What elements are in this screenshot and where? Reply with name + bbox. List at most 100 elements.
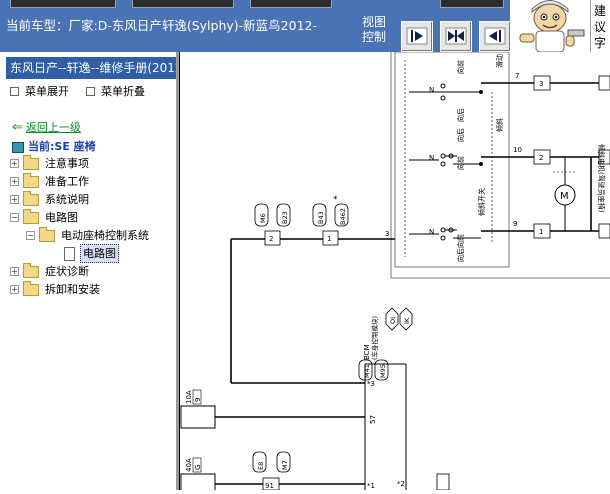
bcm-pin-star3: *3 xyxy=(367,380,375,388)
switch-contacts xyxy=(409,83,483,241)
pin-label-3-right: 3 xyxy=(539,80,543,88)
bcm-badge-oi: OI xyxy=(389,317,397,324)
tree-item-label: 电路图 xyxy=(45,211,78,224)
bcm-badge-ik: IK xyxy=(403,317,411,324)
tilt-motor-label: 倾斜电机(驾驶员座椅) xyxy=(597,144,606,213)
collapse-all-button[interactable]: 菜单折叠 xyxy=(86,83,145,99)
folder-icon xyxy=(23,281,39,296)
pin-label-2: 2 xyxy=(269,235,273,243)
expand-both-icon xyxy=(445,27,467,45)
pin-label-9: 9 xyxy=(513,220,517,228)
expand-toggle-icon[interactable]: + xyxy=(10,267,19,276)
expand-all-button[interactable]: 菜单展开 xyxy=(10,83,69,99)
collapse-left-icon xyxy=(484,27,506,45)
connector-tag-b462: B462 xyxy=(339,208,347,225)
collapse-toggle-icon[interactable]: − xyxy=(10,213,19,222)
tree-item-label: 电路图 xyxy=(80,244,119,263)
top-bar: 当前车型：厂家:D-东风日产轩逸(Sylphy)-新蓝鸟2012- 视图控制 建… xyxy=(0,0,610,52)
connector-tag-m7: M7 xyxy=(281,460,289,470)
mascot-illustration xyxy=(510,0,592,52)
pin-label-3: 3 xyxy=(385,230,389,238)
expand-right-icon xyxy=(406,27,428,45)
connector-tag-m95: M95 xyxy=(379,364,387,378)
tab-strip-1[interactable] xyxy=(10,0,116,8)
bottom-right-connector xyxy=(436,473,450,491)
left-navigation-panel: 东风日产--轩逸--维修手册(2012 菜单展开 菜单折叠 ⇐ 返回上一级 当前:… xyxy=(0,52,179,490)
collapse-left-button[interactable] xyxy=(479,21,511,52)
expand-toggle-icon[interactable]: + xyxy=(10,159,19,168)
switch-label-forward-2: 向前 xyxy=(456,156,465,170)
switch-label-forward-3: 向前 xyxy=(456,234,465,248)
folder-icon xyxy=(23,263,39,278)
contact-mark-n2: N xyxy=(429,154,434,162)
back-arrow-icon: ⇐ xyxy=(12,120,23,135)
back-link[interactable]: ⇐ 返回上一级 xyxy=(12,119,81,135)
tab-strip-4[interactable] xyxy=(440,0,504,8)
tree-item-label: 系统说明 xyxy=(45,193,89,206)
switch-label-slide: 滑动 xyxy=(495,54,504,68)
tree-item-circuit-diagram-selected[interactable]: 电路图 xyxy=(64,244,164,263)
switch-label-back-2: 向后 xyxy=(456,128,465,142)
current-location: 当前:SE 座椅 xyxy=(12,138,96,154)
bcm-pin-star2: *2 xyxy=(397,480,405,488)
bcm-pin-57: 57 xyxy=(369,415,377,424)
folder-icon xyxy=(23,191,39,206)
expand-both-button[interactable] xyxy=(440,21,472,52)
tree-item-power-seat-control[interactable]: − 电动座椅控制系统 xyxy=(26,227,176,244)
pin-label-10: 10 xyxy=(513,146,522,154)
collapse-all-label: 菜单折叠 xyxy=(101,85,145,98)
connector-tag-e8: E8 xyxy=(257,462,265,470)
tree-item-system-description[interactable]: + 系统说明 xyxy=(10,191,170,208)
switch-label-back-3: 向后 xyxy=(456,248,465,262)
tip-text: 建议字 xyxy=(590,0,610,52)
tree-item-precautions[interactable]: + 注意事项 xyxy=(10,155,170,172)
note-asterisk: * xyxy=(333,195,338,205)
menu-icon xyxy=(86,86,95,96)
connector-tag-b23: B23 xyxy=(281,211,289,224)
expand-all-label: 菜单展开 xyxy=(25,85,69,98)
tree-item-symptom-diagnosis[interactable]: + 症状诊断 xyxy=(10,263,170,280)
fuse-boxes xyxy=(180,405,365,494)
switch-label-tilt: 倾斜 xyxy=(495,118,504,132)
pin-label-2-right: 2 xyxy=(539,154,543,162)
wiring-diagram-view[interactable]: N N N 向前 向后 向前 向后 向前 向后 滑动 倾斜 倾斜开关 7 10 … xyxy=(179,51,610,494)
collapse-toggle-icon[interactable]: − xyxy=(26,231,35,240)
wiring-diagram-canvas: N N N 向前 向后 向前 向后 向前 向后 滑动 倾斜 倾斜开关 7 10 … xyxy=(179,51,610,494)
vehicle-label: 当前车型：厂家:D-东风日产轩逸(Sylphy)-新蓝鸟2012- xyxy=(6,18,317,33)
folder-icon xyxy=(23,173,39,188)
tree-item-label: 症状诊断 xyxy=(45,265,89,278)
contact-mark-n3: N xyxy=(429,228,434,236)
pin-label-91: 91 xyxy=(265,482,274,490)
expand-toggle-icon[interactable]: + xyxy=(10,177,19,186)
open-folder-icon xyxy=(39,227,55,242)
connector-tag-b43: B43 xyxy=(317,211,325,224)
folder-icon xyxy=(23,155,39,170)
connector-tag-m41: M41 xyxy=(363,364,371,378)
expand-right-button[interactable] xyxy=(401,21,433,52)
bcm-pin-star1: *1 xyxy=(367,482,375,490)
tab-strip-3[interactable] xyxy=(250,0,332,8)
tree-item-label: 电动座椅控制系统 xyxy=(61,229,149,242)
switch-label-back-1: 向后 xyxy=(456,108,465,122)
fuse-rating-40a: 40A xyxy=(185,458,193,472)
tab-strip-2[interactable] xyxy=(132,0,234,8)
contact-mark-n1: N xyxy=(429,86,434,94)
fuse-rating-10a: 10A xyxy=(185,390,193,404)
expand-toggle-icon[interactable]: + xyxy=(10,195,19,204)
pin-label-1-right: 1 xyxy=(539,228,543,236)
bcm-label: BCM xyxy=(363,344,371,360)
tree-item-removal-installation[interactable]: + 拆卸和安装 xyxy=(10,281,170,298)
tree-item-wiring-diagram[interactable]: − 电路图 xyxy=(10,209,170,226)
back-link-label: 返回上一级 xyxy=(25,121,81,134)
monitor-icon xyxy=(12,141,24,153)
tree-item-label: 准备工作 xyxy=(45,175,89,188)
tree-item-preparation[interactable]: + 准备工作 xyxy=(10,173,170,190)
tree-item-label: 拆卸和安装 xyxy=(45,283,100,296)
open-folder-icon xyxy=(23,209,39,224)
pin-label-1: 1 xyxy=(327,235,331,243)
tree-item-label: 注意事项 xyxy=(45,157,89,170)
pin-label-7: 7 xyxy=(515,72,519,80)
tilt-switch-label: 倾斜开关 xyxy=(477,188,486,216)
expand-toggle-icon[interactable]: + xyxy=(10,285,19,294)
manual-title: 东风日产--轩逸--维修手册(2012 xyxy=(6,57,176,79)
